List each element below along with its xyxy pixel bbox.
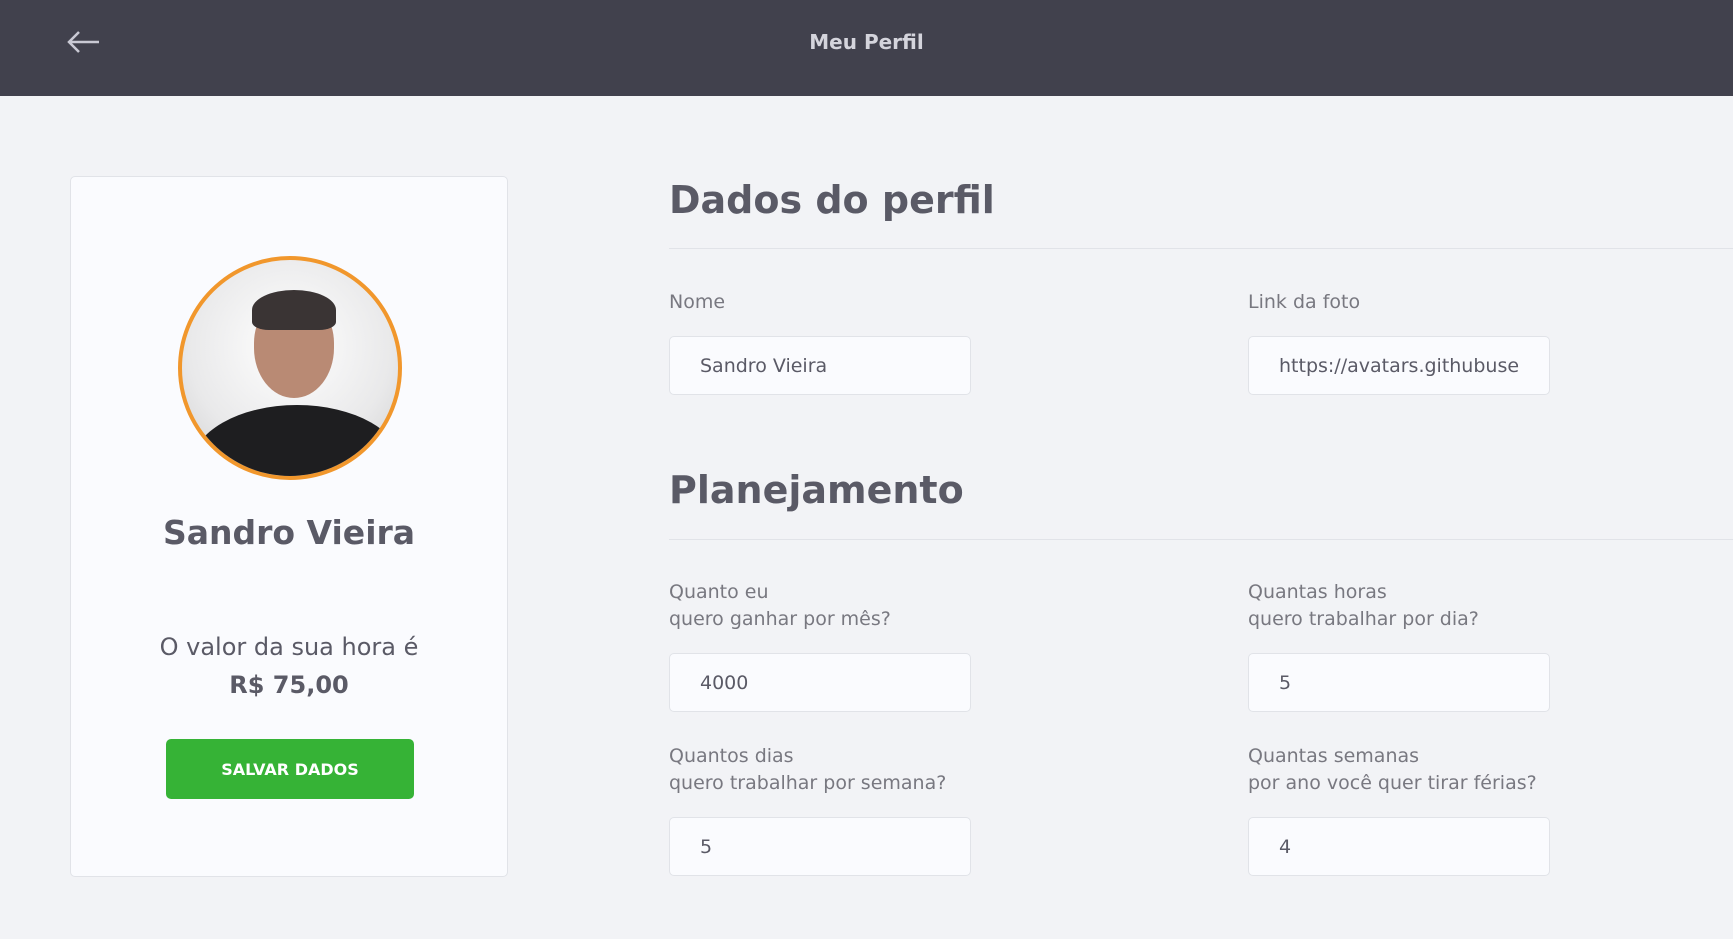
profile-name: Sandro Vieira: [162, 513, 416, 552]
top-bar: Meu Perfil: [0, 0, 1733, 96]
label-line: por ano você quer tirar férias?: [1248, 772, 1537, 794]
name-label: Nome: [669, 291, 726, 313]
photo-label: Link da foto: [1248, 291, 1361, 313]
label-line: Quanto eu: [669, 581, 769, 603]
label-line: quero trabalhar por semana?: [669, 772, 947, 794]
divider: [669, 248, 1733, 249]
divider: [669, 539, 1733, 540]
label-line: Quantos dias: [669, 745, 794, 767]
page-title: Meu Perfil: [809, 30, 924, 54]
label-line: Quantas semanas: [1248, 745, 1420, 767]
save-button[interactable]: SALVAR DADOS: [166, 739, 414, 799]
hours-per-day-input[interactable]: [1248, 653, 1550, 712]
vacation-label: Quantas semanas por ano você quer tirar f…: [1248, 743, 1537, 797]
profile-section-title: Dados do perfil: [669, 178, 995, 222]
vacation-weeks-input[interactable]: [1248, 817, 1550, 876]
planning-section-title: Planejamento: [669, 468, 964, 512]
profile-card: Sandro Vieira O valor da sua hora é R$ 7…: [70, 176, 508, 877]
label-line: quero trabalhar por dia?: [1248, 608, 1479, 630]
days-per-week-input[interactable]: [669, 817, 971, 876]
hour-value: R$ 75,00: [229, 671, 349, 699]
days-label: Quantos dias quero trabalhar por semana?: [669, 743, 946, 797]
hour-value-label: O valor da sua hora é: [159, 633, 419, 661]
monthly-budget-input[interactable]: [669, 653, 971, 712]
label-line: Quantas horas: [1248, 581, 1387, 603]
photo-link-input[interactable]: [1248, 336, 1550, 395]
name-input[interactable]: [669, 336, 971, 395]
label-line: quero ganhar por mês?: [669, 608, 891, 630]
monthly-label: Quanto eu quero ganhar por mês?: [669, 579, 891, 633]
avatar: [178, 256, 402, 480]
hours-label: Quantas horas quero trabalhar por dia?: [1248, 579, 1479, 633]
